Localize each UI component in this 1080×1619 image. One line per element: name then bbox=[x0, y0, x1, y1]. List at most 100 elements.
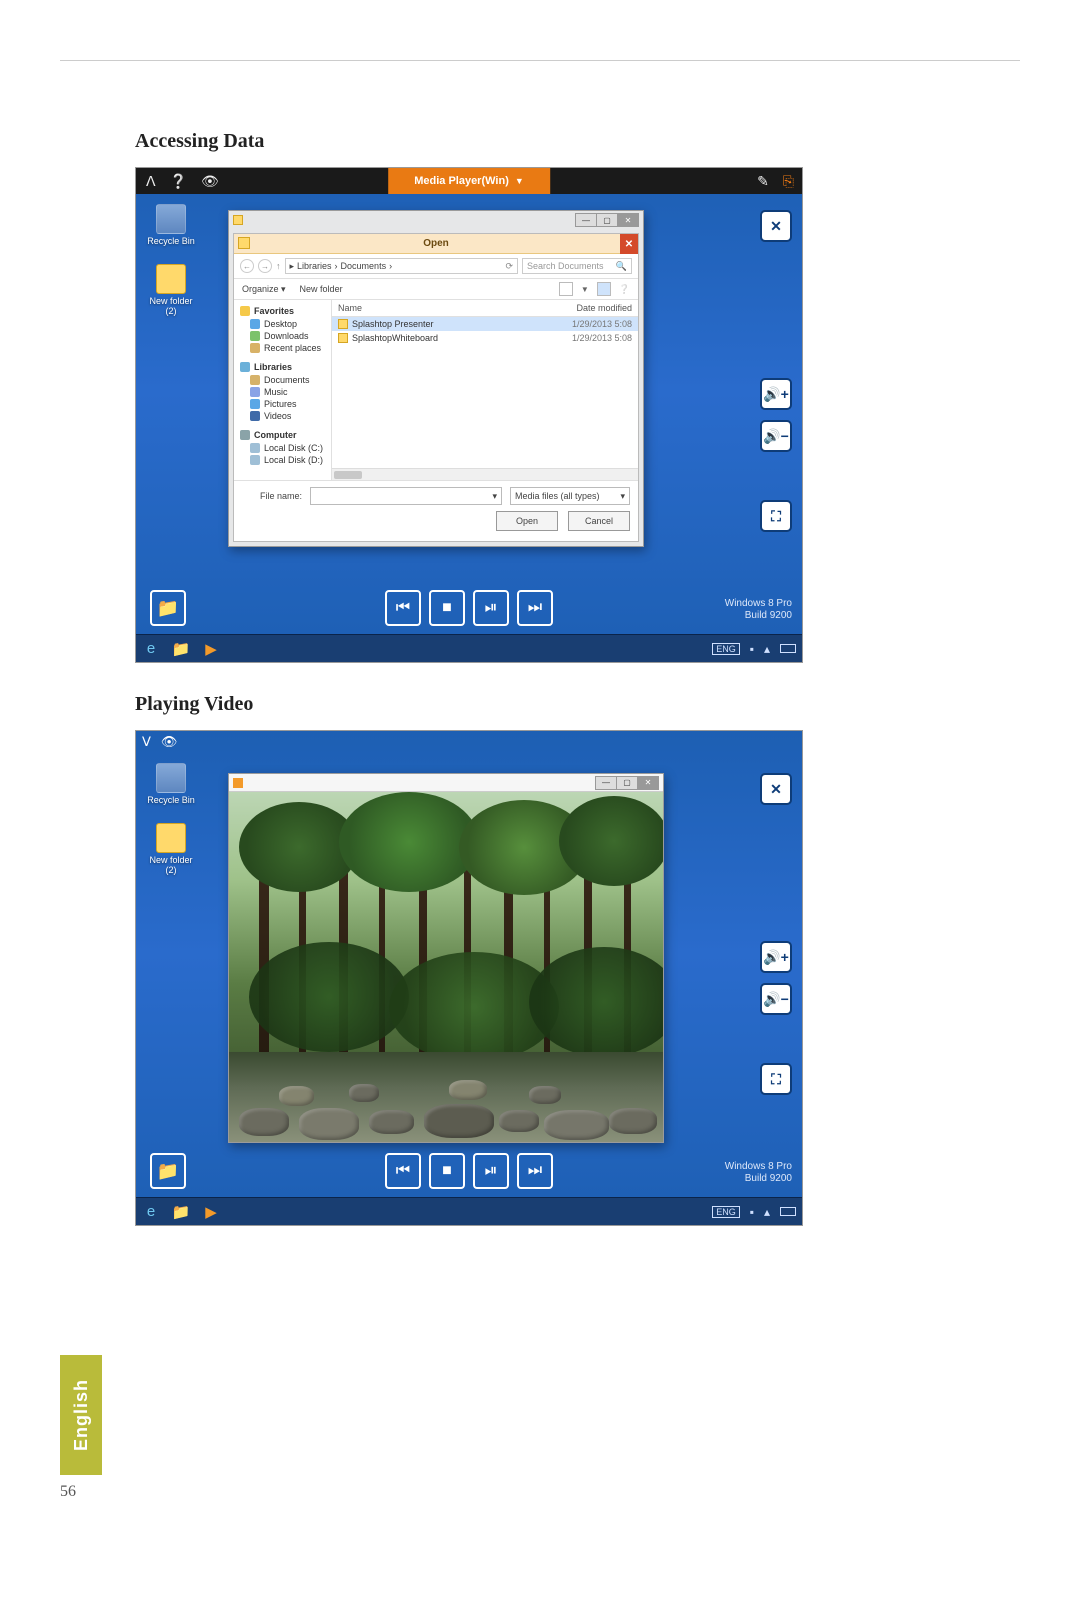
breadcrumb-libraries[interactable]: Libraries bbox=[297, 261, 332, 271]
tray-lang-icon[interactable]: ENG bbox=[712, 1206, 740, 1218]
fullscreen-button[interactable]: ⛶ bbox=[760, 500, 792, 532]
maximize-button[interactable]: ▢ bbox=[616, 776, 638, 790]
player-open-folder-button[interactable]: 📁 bbox=[150, 590, 186, 626]
tray-network-icon[interactable]: ▴ bbox=[764, 642, 770, 656]
nav-forward-button[interactable]: → bbox=[258, 259, 272, 273]
preview-pane-button[interactable] bbox=[597, 282, 611, 296]
recycle-bin-icon bbox=[156, 763, 186, 793]
tray-lang-icon[interactable]: ENG bbox=[712, 643, 740, 655]
col-date[interactable]: Date modified bbox=[546, 300, 638, 316]
minimize-button[interactable]: — bbox=[595, 776, 617, 790]
new-folder[interactable]: New folder (2) bbox=[144, 264, 198, 316]
player-open-folder-button[interactable]: 📁 bbox=[150, 1153, 186, 1189]
breadcrumb-documents[interactable]: Documents bbox=[341, 261, 387, 271]
taskbar-explorer-icon[interactable]: 📁 bbox=[172, 1203, 190, 1221]
window-titlebar[interactable]: — ▢ ✕ bbox=[229, 211, 643, 229]
tree-computer[interactable]: Computer bbox=[234, 428, 331, 442]
volume-down-button[interactable]: 🔊− bbox=[760, 420, 792, 452]
stop-button[interactable]: ■ bbox=[429, 590, 465, 626]
taskbar-ie-icon[interactable]: e bbox=[142, 640, 160, 658]
next-track-button[interactable]: ⏭ bbox=[517, 590, 553, 626]
taskbar-explorer-icon[interactable]: 📁 bbox=[172, 640, 190, 658]
eye-icon[interactable]: 👁 bbox=[201, 173, 219, 190]
exit-icon[interactable]: ⎘ bbox=[783, 173, 794, 190]
file-name-input[interactable]: ▾ bbox=[310, 487, 502, 505]
close-window-button[interactable]: ✕ bbox=[637, 776, 659, 790]
tree-documents[interactable]: Documents bbox=[234, 374, 331, 386]
tree-videos[interactable]: Videos bbox=[234, 410, 331, 422]
tree-libraries[interactable]: Libraries bbox=[234, 360, 331, 374]
tray-action-icon[interactable]: ▪ bbox=[750, 642, 754, 656]
app-topbar: ᐱ ❔ 👁 Media Player(Win) ▼ ✎ ⎘ bbox=[136, 168, 802, 194]
edit-icon[interactable]: ✎ bbox=[757, 173, 769, 190]
tray-battery-icon[interactable] bbox=[780, 644, 796, 653]
breadcrumb[interactable]: ▸ Libraries › Documents › ⟳ bbox=[285, 258, 519, 274]
organize-menu[interactable]: Organize ▾ bbox=[242, 284, 286, 295]
language-tab: English bbox=[60, 1355, 102, 1475]
file-type-filter[interactable]: Media files (all types)▾ bbox=[510, 487, 630, 505]
prev-track-button[interactable]: ⏮ bbox=[385, 590, 421, 626]
search-input[interactable]: Search Documents 🔍 bbox=[522, 258, 632, 274]
volume-up-button[interactable]: 🔊+ bbox=[760, 941, 792, 973]
fullscreen-button[interactable]: ⛶ bbox=[760, 1063, 792, 1095]
cancel-button[interactable]: Cancel bbox=[568, 511, 630, 531]
col-name[interactable]: Name bbox=[332, 300, 546, 316]
prev-track-button[interactable]: ⏮ bbox=[385, 1153, 421, 1189]
view-dropdown-icon[interactable]: ▼ bbox=[581, 285, 589, 294]
desktop-icon bbox=[250, 319, 260, 329]
volume-up-button[interactable]: 🔊+ bbox=[760, 378, 792, 410]
close-overlay-button[interactable]: ✕ bbox=[760, 210, 792, 242]
tree-local-d[interactable]: Local Disk (D:) bbox=[234, 454, 331, 466]
recycle-bin[interactable]: Recycle Bin bbox=[144, 763, 198, 805]
videos-icon bbox=[250, 411, 260, 421]
collapse-icon[interactable]: ᐱ bbox=[146, 173, 156, 190]
tree-local-c[interactable]: Local Disk (C:) bbox=[234, 442, 331, 454]
expand-icon[interactable]: ᐯ bbox=[142, 734, 151, 750]
taskbar-ie-icon[interactable]: e bbox=[142, 1203, 160, 1221]
help-icon[interactable]: ❔ bbox=[170, 173, 187, 190]
search-placeholder: Search Documents bbox=[527, 261, 604, 271]
play-pause-button[interactable]: ⏯ bbox=[473, 1153, 509, 1189]
tray-action-icon[interactable]: ▪ bbox=[750, 1205, 754, 1219]
new-folder-button[interactable]: New folder bbox=[300, 284, 343, 294]
window-icon bbox=[233, 215, 243, 225]
tree-favorites[interactable]: Favorites bbox=[234, 304, 331, 318]
close-overlay-button[interactable]: ✕ bbox=[760, 773, 792, 805]
taskbar-mediaplayer-icon[interactable]: ▶ bbox=[202, 1203, 220, 1221]
tree-recent[interactable]: Recent places bbox=[234, 342, 331, 354]
open-button[interactable]: Open bbox=[496, 511, 558, 531]
stop-button[interactable]: ■ bbox=[429, 1153, 465, 1189]
tree-downloads[interactable]: Downloads bbox=[234, 330, 331, 342]
play-pause-button[interactable]: ⏯ bbox=[473, 590, 509, 626]
tray-network-icon[interactable]: ▴ bbox=[764, 1205, 770, 1219]
maximize-button[interactable]: ▢ bbox=[596, 213, 618, 227]
close-window-button[interactable]: ✕ bbox=[617, 213, 639, 227]
dialog-close-button[interactable]: ✕ bbox=[620, 234, 638, 254]
volume-down-button[interactable]: 🔊− bbox=[760, 983, 792, 1015]
nav-up-button[interactable]: ↑ bbox=[276, 261, 281, 271]
tree-desktop[interactable]: Desktop bbox=[234, 318, 331, 330]
video-window-titlebar[interactable]: — ▢ ✕ bbox=[229, 774, 663, 792]
nav-back-button[interactable]: ← bbox=[240, 259, 254, 273]
help-button[interactable]: ❔ bbox=[619, 284, 630, 295]
app-title-tab[interactable]: Media Player(Win) ▼ bbox=[388, 168, 550, 194]
scrollbar-thumb[interactable] bbox=[334, 471, 362, 479]
recycle-bin[interactable]: Recycle Bin bbox=[144, 204, 198, 246]
tray-battery-icon[interactable] bbox=[780, 1207, 796, 1216]
taskbar-mediaplayer-icon[interactable]: ▶ bbox=[202, 640, 220, 658]
filter-text: Media files (all types) bbox=[515, 491, 600, 501]
minimize-button[interactable]: — bbox=[575, 213, 597, 227]
new-folder[interactable]: New folder (2) bbox=[144, 823, 198, 875]
watermark-line1: Windows 8 Pro bbox=[725, 598, 792, 610]
view-options-button[interactable] bbox=[559, 282, 573, 296]
player-controls: ⏮ ■ ⏯ ⏭ bbox=[385, 1153, 553, 1189]
file-row[interactable]: SplashtopWhiteboard 1/29/2013 5:08 bbox=[332, 331, 638, 345]
next-track-button[interactable]: ⏭ bbox=[517, 1153, 553, 1189]
eye-icon[interactable]: 👁 bbox=[161, 734, 178, 750]
horizontal-scrollbar[interactable] bbox=[332, 468, 638, 480]
refresh-button[interactable]: ⟳ bbox=[505, 261, 513, 272]
tree-pictures[interactable]: Pictures bbox=[234, 398, 331, 410]
close-icon: ✕ bbox=[770, 781, 782, 798]
tree-music[interactable]: Music bbox=[234, 386, 331, 398]
file-row[interactable]: Splashtop Presenter 1/29/2013 5:08 bbox=[332, 317, 638, 331]
